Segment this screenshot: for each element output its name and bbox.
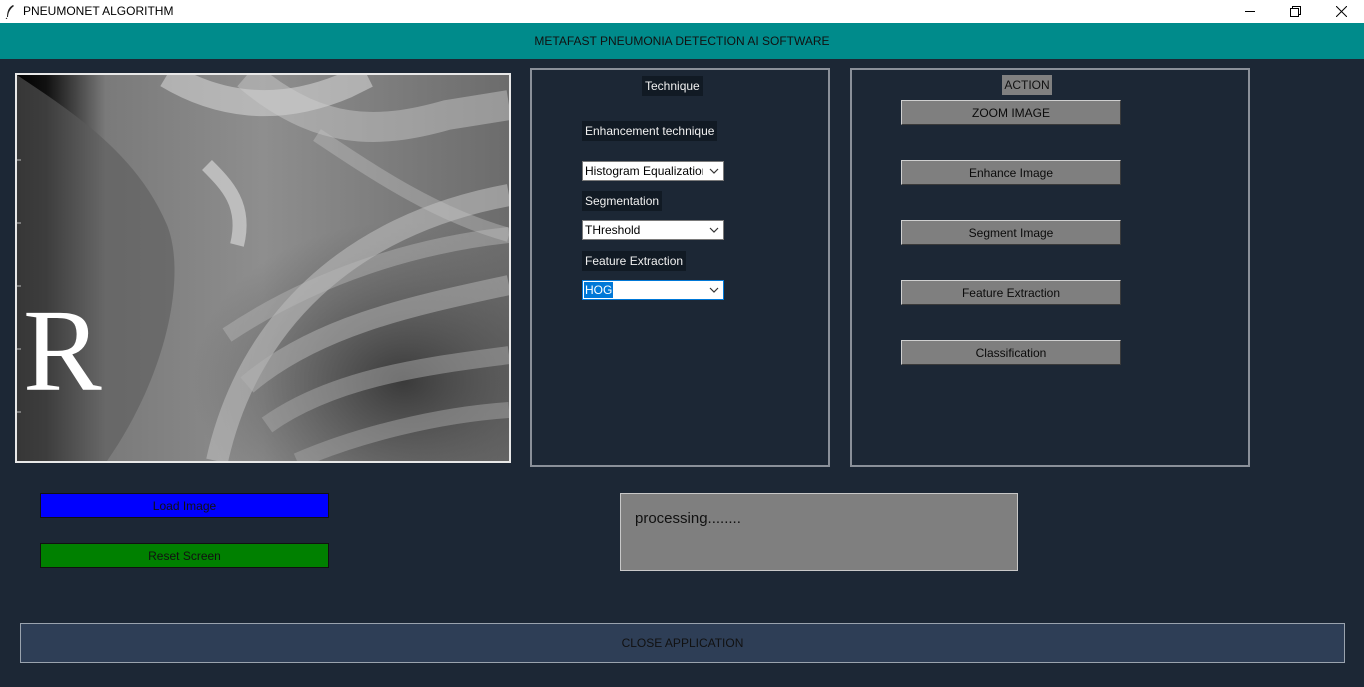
feature-extraction-button[interactable]: Feature Extraction bbox=[901, 280, 1121, 305]
chevron-down-icon bbox=[709, 287, 719, 293]
close-window-button[interactable] bbox=[1318, 0, 1364, 23]
feature-extraction-select[interactable]: HOG bbox=[582, 280, 724, 300]
app-header: METAFAST PNEUMONIA DETECTION AI SOFTWARE bbox=[0, 23, 1364, 59]
technique-heading: Technique bbox=[642, 76, 703, 96]
enhance-image-button[interactable]: Enhance Image bbox=[901, 160, 1121, 185]
app-header-title: METAFAST PNEUMONIA DETECTION AI SOFTWARE bbox=[534, 34, 830, 48]
load-image-button[interactable]: Load Image bbox=[40, 493, 329, 518]
chevron-down-icon bbox=[709, 168, 719, 174]
close-application-button[interactable]: CLOSE APPLICATION bbox=[20, 623, 1345, 663]
minimize-button[interactable] bbox=[1227, 0, 1273, 23]
feature-extraction-select-value: HOG bbox=[584, 282, 614, 298]
xray-image-panel: R bbox=[15, 73, 511, 463]
window-title: PNEUMONET ALGORITHM bbox=[23, 4, 174, 18]
xray-marker: R bbox=[23, 285, 102, 416]
reset-screen-button[interactable]: Reset Screen bbox=[40, 543, 329, 568]
minimize-icon bbox=[1244, 11, 1255, 12]
enhancement-label: Enhancement technique bbox=[582, 121, 718, 141]
chest-xray-image: R bbox=[17, 75, 509, 461]
feature-extraction-label: Feature Extraction bbox=[582, 251, 687, 271]
enhancement-select-value: Histogram Equalization bbox=[585, 164, 703, 178]
enhancement-select[interactable]: Histogram Equalization bbox=[582, 161, 724, 181]
segmentation-select[interactable]: THreshold bbox=[582, 220, 724, 240]
zoom-image-button[interactable]: ZOOM IMAGE bbox=[901, 100, 1121, 125]
restore-button[interactable] bbox=[1272, 0, 1318, 23]
action-heading: ACTION bbox=[1002, 75, 1052, 95]
close-icon bbox=[1335, 6, 1347, 17]
action-panel bbox=[850, 68, 1250, 467]
segmentation-label: Segmentation bbox=[582, 191, 663, 211]
status-box: processing........ bbox=[620, 493, 1018, 571]
restore-icon bbox=[1289, 6, 1301, 17]
classification-button[interactable]: Classification bbox=[901, 340, 1121, 365]
feather-icon bbox=[5, 5, 14, 19]
segment-image-button[interactable]: Segment Image bbox=[901, 220, 1121, 245]
chevron-down-icon bbox=[709, 227, 719, 233]
segmentation-select-value: THreshold bbox=[585, 223, 641, 237]
window-titlebar: PNEUMONET ALGORITHM bbox=[0, 0, 1364, 23]
status-text: processing........ bbox=[635, 510, 741, 527]
